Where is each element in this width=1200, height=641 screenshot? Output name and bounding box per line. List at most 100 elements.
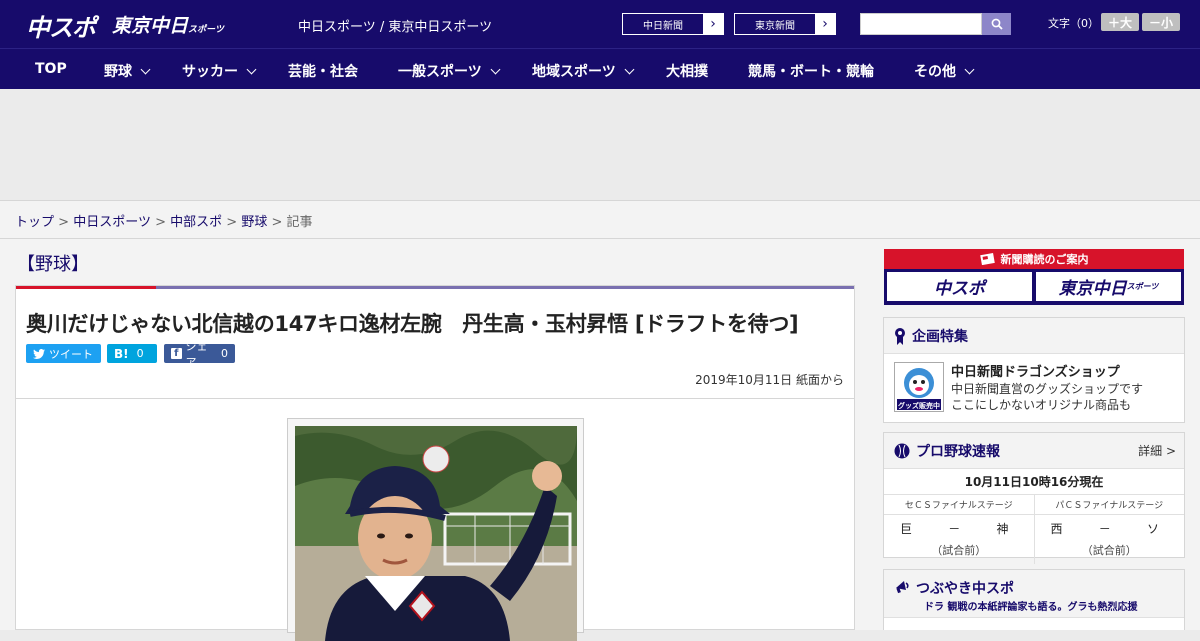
top-header: 中スポ 東京中日スポーツ 中日スポーツ / 東京中日スポーツ 中日新聞 › 東京… (0, 0, 1200, 48)
nav-item-entertainment[interactable]: 芸能・社会 (288, 61, 358, 81)
nav-item-label: 競馬・ボート・競輪 (748, 64, 874, 80)
chunichi-shimbun-link[interactable]: 中日新聞 › (622, 13, 724, 35)
breadcrumb-baseball[interactable]: 野球 (241, 215, 267, 230)
breadcrumb-separator: > (155, 215, 166, 230)
tweet-button[interactable]: ツイート (26, 344, 101, 363)
hatena-bookmark-button[interactable]: B! 0 (107, 344, 157, 363)
chevron-down-icon (490, 64, 501, 74)
nav-item-top[interactable]: TOP (35, 61, 67, 77)
subscribe-tokyo-chunichi-text: 東京中日 (1058, 279, 1127, 299)
chunichi-shimbun-label: 中日新聞 (623, 14, 703, 34)
facebook-share-label: シェア (185, 339, 208, 369)
search-icon (991, 18, 1003, 30)
score-game-central[interactable]: セＣＳファイナルステージ 巨 － 神 （試合前） (884, 495, 1035, 564)
nav-item-other[interactable]: その他 (914, 61, 975, 81)
score-teams: 巨 － 神 (884, 515, 1034, 537)
nav-item-label: その他 (914, 64, 956, 80)
breadcrumb-top[interactable]: トップ (15, 215, 54, 230)
breadcrumb-separator: > (58, 215, 70, 230)
chevron-down-icon (964, 64, 975, 74)
main-nav: TOP 野球 サッカー 芸能・社会 一般スポーツ 地域スポーツ 大相撲 競馬・ボ… (0, 48, 1200, 89)
twitter-bird-icon (33, 348, 45, 359)
chevron-right-icon: › (710, 16, 716, 32)
tokyo-shimbun-label: 東京新聞 (735, 14, 815, 34)
home-team: 西 (1050, 522, 1063, 536)
breadcrumb-chubu-spo[interactable]: 中部スポ (170, 215, 222, 230)
pro-baseball-header: プロ野球速報 詳細 > (884, 433, 1184, 469)
nav-item-general-sports[interactable]: 一般スポーツ (398, 61, 501, 81)
subscription-title: 新聞購読のご案内 (1000, 253, 1089, 266)
tweet-label: ツイート (49, 347, 93, 361)
ribbon-icon (895, 327, 905, 345)
game-status: （試合前） (931, 544, 987, 557)
tokyo-chunichi-logo-small: スポーツ (188, 25, 224, 35)
tweets-panel: つぶやき中スポ ドラ 観戦の本紙評論家も語る。グラも熱烈応援 (883, 569, 1185, 630)
article-divider (16, 398, 854, 399)
home-team: 巨 (900, 522, 913, 536)
breadcrumb-current: 記事 (286, 215, 313, 230)
breadcrumb-chunichi-sports[interactable]: 中日スポーツ (73, 215, 151, 230)
text-smaller-button[interactable]: －小 (1142, 13, 1180, 31)
tokyo-shimbun-link[interactable]: 東京新聞 › (734, 13, 836, 35)
nav-item-soccer[interactable]: サッカー (182, 61, 257, 81)
breadcrumb: トップ > 中日スポーツ > 中部スポ > 野球 > 記事 (0, 201, 1200, 239)
subscription-header: 新聞購読のご案内 (884, 249, 1184, 269)
breadcrumb-separator: > (226, 215, 238, 230)
subscription-banner[interactable]: 新聞購読のご案内 中スポ 東京中日 スポーツ (884, 249, 1184, 305)
baseball-detail-link[interactable]: 詳細 > (1138, 442, 1176, 459)
article-category[interactable]: 【野球】 (17, 250, 89, 276)
game-status: （試合前） (1081, 544, 1137, 557)
site-title: 中日スポーツ / 東京中日スポーツ (298, 20, 493, 35)
chevron-right-icon: › (822, 16, 828, 32)
subscribe-tokyo-chunichi-link[interactable]: 東京中日 スポーツ (1036, 272, 1181, 301)
away-team: ソ (1146, 522, 1159, 536)
nav-item-label: 野球 (104, 64, 132, 80)
baseball-icon (894, 443, 910, 458)
article-photo-frame (287, 418, 584, 641)
feature-panel-title: 企画特集 (912, 328, 968, 345)
subscribe-chuspo-link[interactable]: 中スポ (887, 272, 1032, 301)
text-bigger-button[interactable]: ＋大 (1101, 13, 1139, 31)
facebook-count: 0 (221, 347, 228, 360)
score-stage: パＣＳファイナルステージ (1034, 495, 1184, 515)
article-date: 2019年10月11日 紙面から (695, 373, 844, 387)
tweets-panel-title: つぶやき中スポ (916, 581, 1014, 597)
dragons-shop-thumbnail[interactable]: グッズ販売中 (894, 362, 944, 412)
tokyo-chunichi-logo[interactable]: 東京中日スポーツ (112, 11, 224, 38)
hatena-bookmark-icon: B! (114, 346, 129, 361)
nav-item-label: サッカー (182, 64, 238, 80)
nav-item-local-sports[interactable]: 地域スポーツ (532, 61, 635, 81)
away-team: 神 (996, 522, 1009, 536)
nav-item-label: 一般スポーツ (398, 64, 482, 80)
article-top-border-accent (16, 286, 156, 289)
ad-banner-area (0, 89, 1200, 201)
feature-panel-header: 企画特集 (884, 318, 1184, 354)
dragons-shop-desc-line2: ここにしかないオリジナル商品も (951, 398, 1132, 412)
article-photo[interactable] (295, 426, 577, 641)
facebook-icon: f (171, 348, 182, 359)
nav-item-label: 大相撲 (666, 64, 708, 80)
megaphone-icon (896, 581, 909, 594)
score-table: セＣＳファイナルステージ 巨 － 神 （試合前） パＣＳファイナルステージ 西 … (884, 495, 1184, 564)
dragons-shop-description: 中日新聞直営のグッズショップです ここにしかないオリジナル商品も (951, 381, 1143, 413)
search-input[interactable] (860, 13, 982, 35)
pro-baseball-title: プロ野球速報 (916, 443, 1000, 460)
tweets-panel-header: つぶやき中スポ ドラ 観戦の本紙評論家も語る。グラも熱烈応援 (884, 570, 1184, 618)
article-card: 奥川だけじゃない北信越の147キロ逸材左腕 丹生高・玉村昇悟 [ドラフトを待つ]… (15, 285, 855, 641)
dragons-shop-title[interactable]: 中日新聞ドラゴンズショップ (951, 361, 1120, 380)
facebook-share-button[interactable]: f シェア 0 (164, 340, 235, 369)
subscribe-tokyo-chunichi-small: スポーツ (1126, 282, 1159, 291)
chuspo-logo[interactable]: 中スポ (26, 8, 96, 43)
tweets-panel-subtitle: ドラ 観戦の本紙評論家も語る。グラも熱烈応援 (924, 602, 1138, 613)
nav-item-racing[interactable]: 競馬・ボート・競輪 (748, 61, 874, 81)
dragons-shop-thumb-label: グッズ販売中 (898, 402, 940, 410)
score-game-pacific[interactable]: パＣＳファイナルステージ 西 － ソ （試合前） (1034, 495, 1185, 564)
nav-item-baseball[interactable]: 野球 (104, 61, 151, 81)
nav-item-label: 芸能・社会 (288, 64, 358, 80)
pro-baseball-panel: プロ野球速報 詳細 > 10月11日10時16分現在 セＣＳファイナルステージ … (883, 432, 1185, 564)
text-size-label: 文字（0） (1048, 17, 1099, 30)
score-teams: 西 － ソ (1035, 515, 1185, 537)
feature-panel: 企画特集 グッズ販売中 中日新聞ドラゴンズショップ 中日新聞直営のグッズショップ… (883, 317, 1185, 423)
search-button[interactable] (982, 13, 1011, 35)
nav-item-sumo[interactable]: 大相撲 (666, 61, 708, 81)
